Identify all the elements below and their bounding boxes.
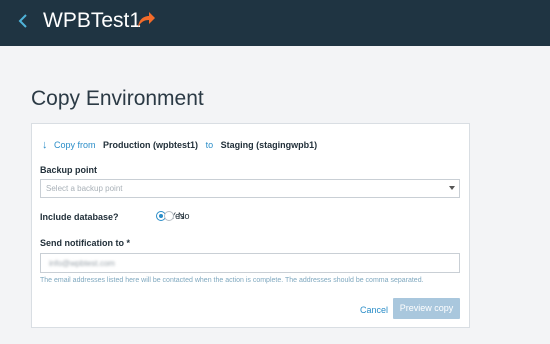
notification-hint: The email addresses listed here will be …: [40, 277, 424, 284]
radio-unchecked-icon: [164, 211, 174, 221]
notification-email-value: info@wpbtest.com: [49, 259, 115, 268]
notification-email-input[interactable]: info@wpbtest.com: [40, 253, 460, 273]
backup-point-label: Backup point: [40, 165, 98, 175]
copy-environment-form: ↓ Copy from Production (wpbtest1) to Sta…: [31, 123, 470, 328]
copy-from-label: Copy from: [54, 140, 96, 150]
source-environment: Production (wpbtest1): [103, 140, 199, 150]
copy-to-label: to: [205, 140, 214, 150]
arrow-down-icon: ↓: [42, 139, 48, 151]
caret-down-icon: [449, 186, 455, 190]
arrow-forward-icon[interactable]: [135, 9, 157, 31]
preview-copy-button[interactable]: Preview copy: [393, 298, 460, 319]
database-no-label: No: [178, 211, 190, 221]
include-database-label: Include database?: [40, 212, 119, 222]
back-button[interactable]: [16, 10, 32, 32]
backup-point-placeholder: Select a backup point: [46, 184, 123, 193]
notification-label: Send notification to *: [40, 238, 130, 248]
database-no-radio-button[interactable]: No: [164, 211, 190, 221]
top-bar: WPBTest1: [0, 0, 550, 46]
backup-point-select[interactable]: Select a backup point: [40, 179, 460, 198]
target-environment: Staging (stagingwpb1): [220, 140, 318, 150]
site-name: WPBTest1: [43, 9, 142, 32]
chevron-left-icon: [18, 14, 27, 28]
page-title: Copy Environment: [31, 87, 204, 110]
copy-summary: ↓ Copy from Production (wpbtest1) to Sta…: [42, 139, 317, 151]
cancel-button[interactable]: Cancel: [360, 304, 388, 316]
